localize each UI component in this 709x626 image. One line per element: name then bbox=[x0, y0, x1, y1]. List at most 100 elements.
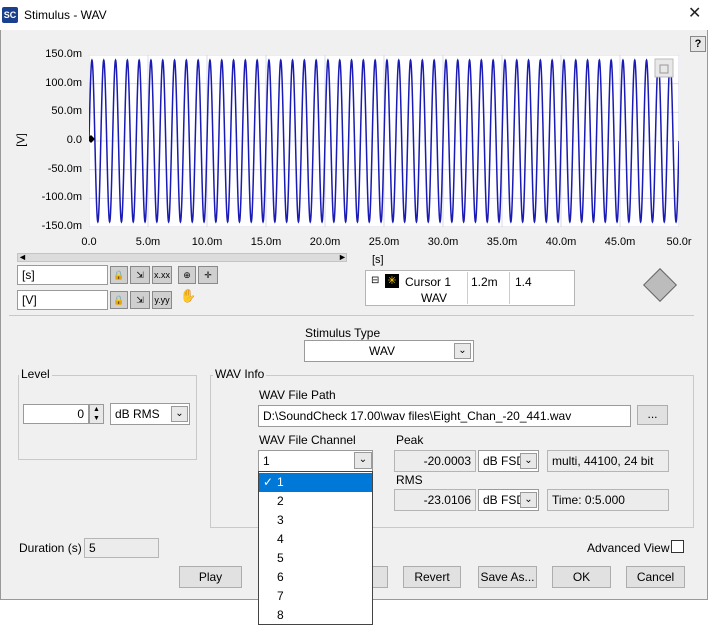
cursor-name: Cursor 1 bbox=[405, 275, 452, 289]
y-tick-label: -150.0m bbox=[41, 220, 82, 232]
ok-button[interactable]: OK bbox=[552, 566, 611, 588]
x-tick-label: 45.0m bbox=[604, 236, 636, 248]
y-tick-label: 0.0 bbox=[66, 134, 82, 146]
x-scale-input[interactable]: [s] bbox=[17, 265, 108, 285]
scroll-left-icon[interactable]: ◄ bbox=[18, 252, 27, 262]
x-tick-label: 25.0m bbox=[368, 236, 400, 248]
level-group-label: Level bbox=[19, 367, 52, 381]
waveform-plot[interactable] bbox=[89, 55, 679, 227]
advanced-view-label: Advanced View bbox=[587, 541, 670, 555]
cursor-icon: ✳ bbox=[385, 274, 399, 288]
peak-unit-value: dB FSD bbox=[483, 454, 526, 468]
wav-channel-option[interactable]: 4 bbox=[259, 530, 372, 549]
rms-label: RMS bbox=[396, 473, 423, 487]
play-button[interactable]: Play bbox=[179, 566, 242, 588]
y-tick-label: 150.0m bbox=[45, 48, 82, 60]
selected-check-icon: ✓ bbox=[262, 475, 274, 489]
help-button[interactable]: ? bbox=[690, 36, 706, 52]
wav-file-channel-label: WAV File Channel bbox=[259, 433, 356, 447]
x-tick-label: 5.0m bbox=[135, 236, 161, 248]
cursor-trace-name: WAV bbox=[421, 291, 447, 305]
level-stepper[interactable]: ▲ ▼ bbox=[89, 404, 104, 424]
x-autoscale-icon[interactable]: ⇲ bbox=[130, 266, 150, 284]
wav-channel-dropdown-menu: ✓ 1 2 3 4 5 6 7 8 bbox=[258, 471, 373, 625]
advanced-view-checkbox[interactable] bbox=[671, 540, 684, 553]
stimulus-type-select[interactable]: WAV bbox=[304, 340, 474, 362]
level-unit-value: dB RMS bbox=[115, 407, 160, 421]
duration-value: 5 bbox=[84, 538, 159, 558]
save-as-button[interactable]: Save As... bbox=[478, 566, 537, 588]
wav-channel-option[interactable]: 3 bbox=[259, 511, 372, 530]
y-autoscale-icon[interactable]: ⇲ bbox=[130, 291, 150, 309]
wav-channel-option-label: 3 bbox=[277, 513, 284, 527]
y-scale-input[interactable]: [V] bbox=[17, 290, 108, 310]
wav-channel-option-label: 7 bbox=[277, 589, 284, 603]
section-divider bbox=[9, 315, 694, 316]
wav-channel-value: 1 bbox=[263, 454, 270, 468]
wav-channel-option[interactable]: ✓ 1 bbox=[259, 473, 372, 492]
hidden-button-right[interactable] bbox=[372, 566, 388, 588]
wav-channel-option-label: 6 bbox=[277, 570, 284, 584]
wav-channel-option[interactable]: 6 bbox=[259, 568, 372, 587]
wav-channel-option-label: 2 bbox=[277, 494, 284, 508]
x-tick-label: 0.0 bbox=[81, 236, 97, 248]
cursor-x-value: 1.2m bbox=[467, 272, 508, 304]
wav-channel-option[interactable]: 8 bbox=[259, 606, 372, 625]
rms-unit-dropdown-icon[interactable]: ⌄ bbox=[520, 492, 537, 508]
y-tick-label: 100.0m bbox=[45, 76, 82, 89]
x-lock-icon[interactable]: 🔒 bbox=[110, 266, 128, 284]
x-tick-label: 40.0m bbox=[545, 236, 577, 248]
x-tick-label: 15.0m bbox=[250, 236, 282, 248]
wav-info-group-label: WAV Info bbox=[213, 367, 267, 381]
x-format-icon[interactable]: x.xx bbox=[152, 266, 172, 284]
rms-unit-value: dB FSD bbox=[483, 493, 526, 507]
rms-value: -23.0106 bbox=[394, 489, 476, 511]
x-tick-label: 35.0m bbox=[486, 236, 518, 248]
wav-channel-dropdown-icon[interactable]: ⌄ bbox=[354, 452, 372, 469]
y-tick-label: -100.0m bbox=[41, 191, 82, 204]
pan-hand-icon[interactable]: ✋ bbox=[180, 288, 196, 304]
y-tick-label: 50.0m bbox=[51, 105, 82, 118]
plot-corner-icon[interactable] bbox=[654, 58, 674, 78]
window-title: Stimulus - WAV bbox=[24, 8, 107, 22]
x-tick-label: 10.0m bbox=[191, 236, 223, 248]
level-value-input[interactable]: 0 bbox=[23, 404, 89, 424]
wav-file-path-label: WAV File Path bbox=[259, 388, 336, 402]
wav-channel-option[interactable]: 5 bbox=[259, 549, 372, 568]
x-tick-label: 50.0r bbox=[666, 236, 692, 248]
y-tick-label: -50.0m bbox=[47, 162, 82, 175]
x-tick-label: 30.0m bbox=[427, 236, 459, 248]
cursor-y-value: 1.4 bbox=[509, 272, 551, 304]
wav-channel-option-label: 8 bbox=[277, 608, 284, 622]
level-unit-dropdown-icon[interactable]: ⌄ bbox=[171, 406, 188, 422]
wav-channel-option-label: 5 bbox=[277, 551, 284, 565]
y-format-icon[interactable]: y.yy bbox=[152, 291, 172, 309]
wav-file-path-input[interactable]: D:\SoundCheck 17.00\wav files\Eight_Chan… bbox=[258, 405, 631, 427]
peak-unit-dropdown-icon[interactable]: ⌄ bbox=[520, 453, 537, 469]
wav-channel-option[interactable]: 2 bbox=[259, 492, 372, 511]
peak-label: Peak bbox=[396, 433, 424, 447]
cancel-button[interactable]: Cancel bbox=[626, 566, 685, 588]
stimulus-type-dropdown-icon[interactable]: ⌄ bbox=[454, 343, 471, 359]
x-axis-unit-label: [s] bbox=[372, 254, 384, 266]
revert-button[interactable]: Revert bbox=[403, 566, 461, 588]
close-icon[interactable]: ✕ bbox=[688, 3, 701, 23]
stimulus-type-label: Stimulus Type bbox=[305, 326, 381, 340]
stimulus-type-value: WAV bbox=[369, 344, 395, 358]
format-info: multi, 44100, 24 bit bbox=[547, 450, 669, 472]
wav-channel-option[interactable]: 7 bbox=[259, 587, 372, 606]
scroll-right-icon[interactable]: ► bbox=[338, 252, 347, 262]
x-tick-label: 20.0m bbox=[309, 236, 341, 248]
duration-label: Duration (s) bbox=[19, 541, 82, 555]
time-info: Time: 0:5.000 bbox=[547, 489, 669, 511]
y-lock-icon[interactable]: 🔒 bbox=[110, 291, 128, 309]
wav-channel-option-label: 4 bbox=[277, 532, 284, 546]
graph-scrollbar[interactable] bbox=[17, 253, 347, 262]
peak-value: -20.0003 bbox=[394, 450, 476, 472]
crosshair-icon[interactable]: ✛ bbox=[198, 266, 218, 284]
zoom-icon[interactable]: ⊕ bbox=[178, 266, 196, 284]
browse-button[interactable]: ... bbox=[637, 405, 668, 425]
wav-channel-option-label: 1 bbox=[277, 475, 284, 489]
tree-collapse-icon[interactable]: ⊟ bbox=[371, 275, 379, 286]
soundcheck-logo: SC bbox=[2, 7, 18, 23]
